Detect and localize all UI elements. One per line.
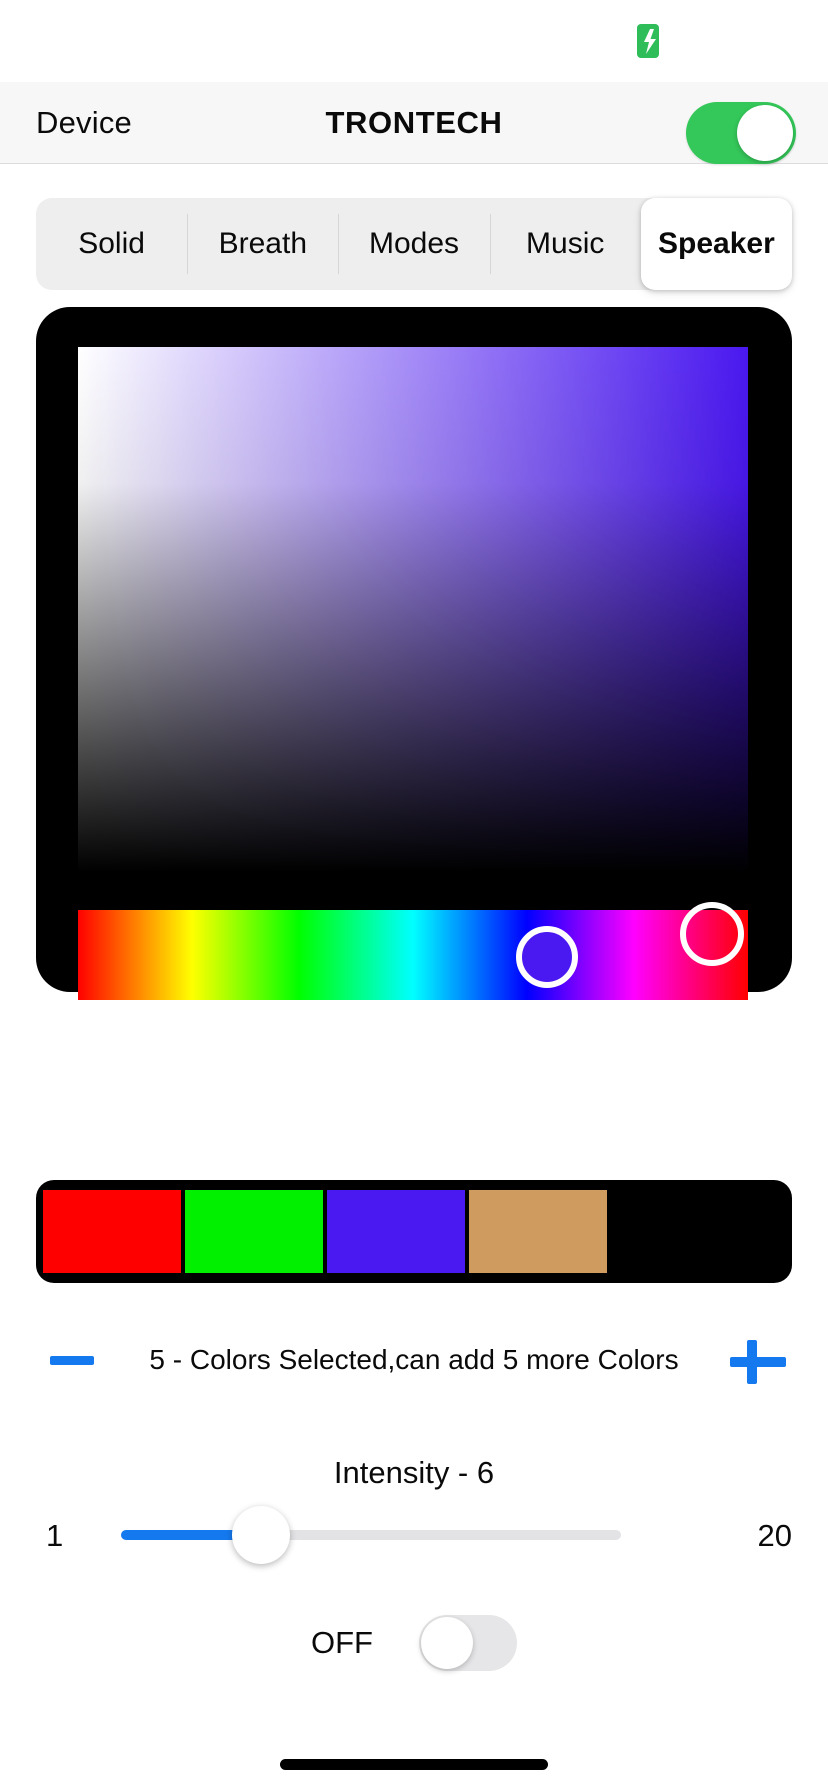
intensity-slider-row: 1 20 [0,1500,828,1580]
mic-switch-knob [421,1617,473,1669]
saturation-value-square[interactable] [78,347,748,872]
color-count-label: 5 - Colors Selected,can add 5 more Color… [149,1344,679,1375]
plus-icon-vertical [747,1340,757,1384]
color-swatch[interactable] [469,1190,607,1273]
color-swatch[interactable] [185,1190,323,1273]
mic-switch-label: OFF [311,1625,373,1660]
app-screen: TRONTECH Device Solid Breath Modes Music… [0,0,828,1792]
intensity-label: Intensity - 6 [333,1455,495,1490]
saturation-value-handle[interactable] [680,902,744,966]
mic-switch-toggle[interactable] [419,1615,517,1671]
color-swatch[interactable] [327,1190,465,1273]
color-swatch[interactable] [611,1190,749,1273]
add-color-button[interactable] [724,1328,792,1396]
hue-slider-handle[interactable] [516,926,578,988]
tab-breath[interactable]: Breath [187,198,338,290]
selected-colors-strip [36,1180,792,1283]
intensity-slider[interactable] [121,1506,621,1564]
tab-speaker[interactable]: Speaker [640,198,793,290]
tab-solid[interactable]: Solid [36,198,187,290]
intensity-slider-thumb[interactable] [232,1506,290,1564]
hue-slider[interactable] [78,910,748,1000]
power-toggle-knob [737,105,793,161]
color-count-row: 5 - Colors Selected,can add 5 more Color… [0,1320,828,1400]
tab-music[interactable]: Music [489,198,641,290]
power-toggle[interactable] [686,102,796,164]
tab-modes[interactable]: Modes [338,198,489,290]
color-swatch[interactable] [43,1190,181,1273]
mode-tab-bar: Solid Breath Modes Music Speaker [36,198,793,290]
home-indicator [280,1759,548,1770]
navigation-bar: TRONTECH Device [0,82,828,164]
plus-icon-horizontal [730,1357,786,1367]
color-picker-card [36,307,792,1000]
intensity-max-label: 20 [757,1518,792,1553]
battery-charging-icon [637,24,663,58]
status-bar [0,0,828,82]
back-button[interactable]: Device [36,82,132,164]
mic-switch-row: OFF [0,1608,828,1678]
intensity-min-label: 1 [46,1518,64,1553]
